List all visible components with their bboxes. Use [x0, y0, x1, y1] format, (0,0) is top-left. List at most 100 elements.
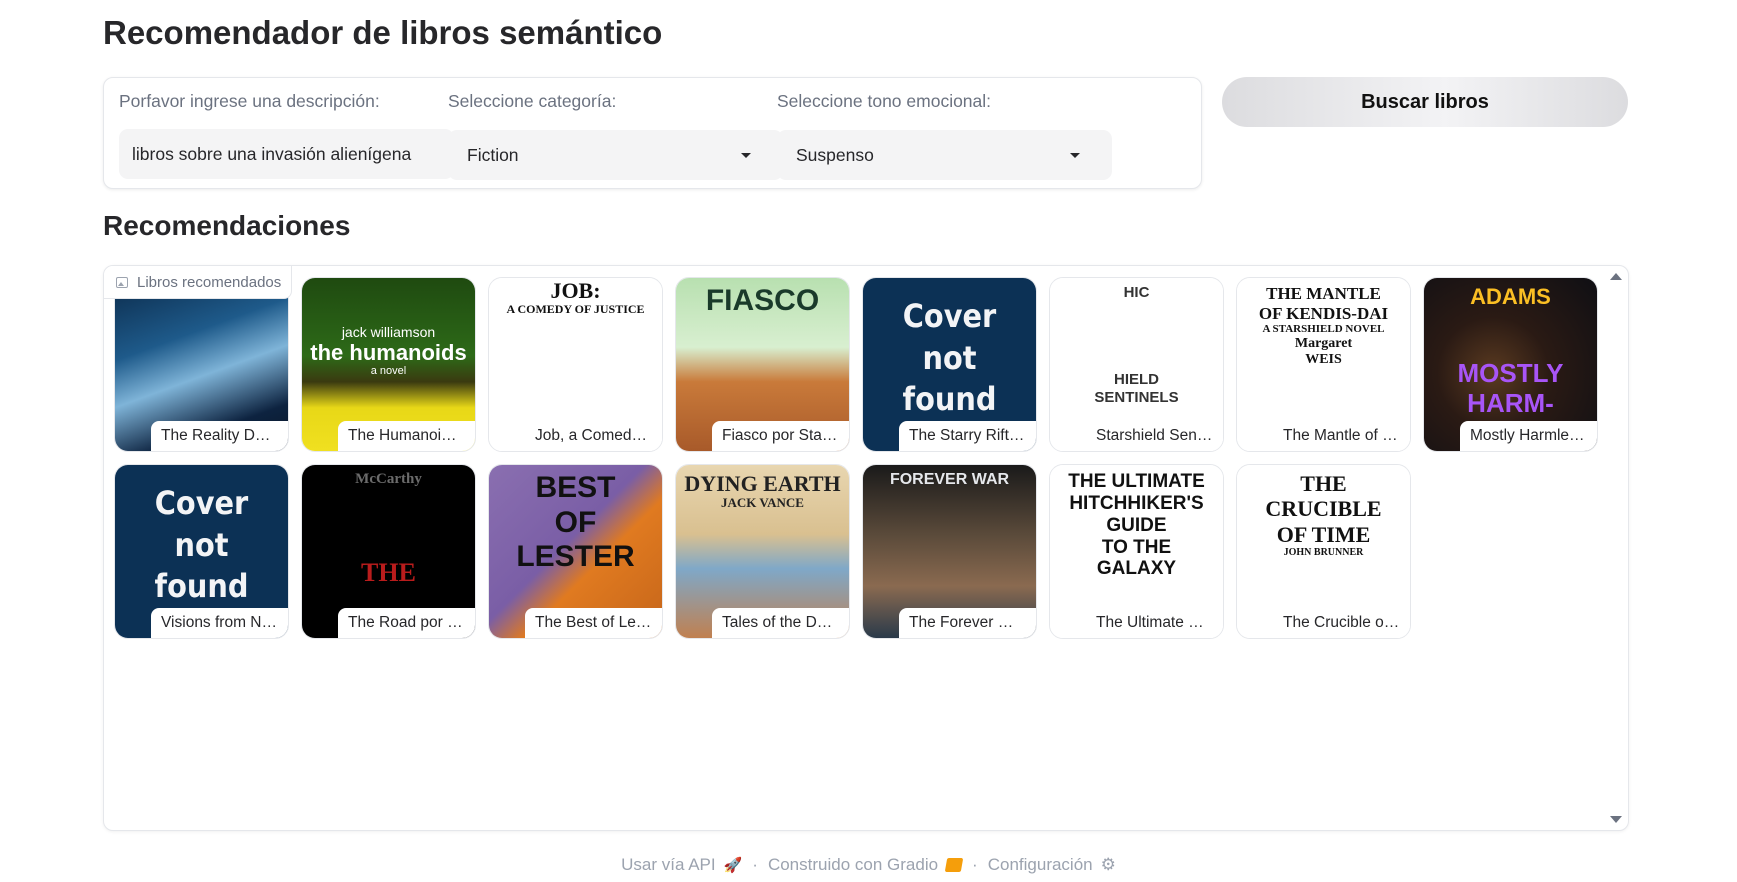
search-form-panel: Porfavor ingrese una descripción: libros…: [103, 77, 1202, 189]
cover-text: JOB:: [550, 278, 601, 303]
cover-text: A STARSHIELD NOVEL: [1262, 323, 1385, 336]
chevron-down-icon: [1070, 152, 1080, 158]
footer: Usar vía API 🚀 · Construido con Gradio ·…: [0, 855, 1737, 875]
cover-text: found: [902, 380, 997, 419]
rocket-icon: 🚀: [723, 857, 743, 874]
book-caption: Fiasco por Sta…: [712, 421, 849, 451]
category-label: Seleccione categoría:: [448, 91, 617, 111]
cover-text: Cover: [154, 484, 249, 522]
description-value: libros sobre una invasión alienígena: [132, 143, 412, 164]
cover-text: SENTINELS: [1094, 388, 1179, 406]
description-field: Porfavor ingrese una descripción: libros…: [119, 91, 454, 179]
cover-text: LESTER: [516, 540, 635, 573]
cover-text: FIASCO: [705, 284, 820, 317]
book-caption: The Reality Dy…: [151, 421, 288, 451]
book-thumbnail[interactable]: THE CRUCIBLE OF TIME JOHN BRUNNER The Crucib…: [1236, 464, 1411, 639]
scroll-up-arrow[interactable]: [1610, 273, 1622, 280]
cover-text: GUIDE: [1106, 514, 1167, 536]
cover-text: HITCHHIKER'S: [1069, 492, 1204, 514]
cover-text: found: [154, 567, 249, 606]
book-caption: Mostly Harmle…: [1460, 421, 1597, 451]
book-grid: The Reality Dy… jack williamson the humano…: [114, 277, 1598, 639]
gallery-label-text: Libros recomendados: [137, 273, 282, 291]
book-thumbnail[interactable]: JOB: A COMEDY OF JUSTICE Job, a Comedy…: [488, 277, 663, 452]
recommended-books-gallery: Libros recomendados The Reality Dy… jack …: [103, 265, 1629, 831]
scroll-down-arrow[interactable]: [1610, 816, 1622, 823]
book-thumbnail[interactable]: jack williamson the humanoids a novel The H…: [301, 277, 476, 452]
book-caption: Visions from N…: [151, 608, 288, 638]
book-caption: The Best of Le…: [525, 608, 662, 638]
cover-text: MOSTLY: [1457, 358, 1564, 389]
book-thumbnail[interactable]: ADAMS MOSTLY HARM- Mostly Harmle…: [1423, 277, 1598, 452]
footer-separator: ·: [972, 855, 978, 874]
book-thumbnail[interactable]: THE ULTIMATE HITCHHIKER'S GUIDE TO THE GALAX…: [1049, 464, 1224, 639]
gallery-label: Libros recomendados: [104, 266, 293, 299]
tone-label: Seleccione tono emocional:: [777, 91, 992, 111]
book-caption: Starshield Sent…: [1086, 421, 1223, 451]
cover-text: HARM-: [1467, 388, 1554, 419]
cover-text: Margaret: [1294, 335, 1353, 351]
cover-text: THE MANTLE: [1266, 284, 1381, 303]
tone-field: Seleccione tono emocional: Suspenso: [777, 91, 1112, 180]
book-caption: The Mantle of …: [1273, 421, 1410, 451]
book-caption: Job, a Comedy…: [525, 421, 662, 451]
tone-dropdown[interactable]: Suspenso: [777, 130, 1112, 180]
book-thumbnail[interactable]: THE MANTLE OF KENDIS-DAI A STARSHIELD NOVE…: [1236, 277, 1411, 452]
cover-text: McCarthy: [355, 471, 422, 487]
search-books-button[interactable]: Buscar libros: [1222, 77, 1628, 127]
cover-text: WEIS: [1305, 351, 1342, 367]
cover-text: the humanoids: [310, 340, 467, 366]
use-api-label: Usar vía API: [621, 855, 716, 874]
description-input[interactable]: libros sobre una invasión alienígena: [119, 129, 454, 179]
book-thumbnail[interactable]: McCarthy THE The Road por …: [301, 464, 476, 639]
use-api-link[interactable]: Usar vía API 🚀: [621, 855, 742, 875]
cover-text: DYING EARTH: [684, 471, 841, 496]
category-value: Fiction: [467, 144, 519, 165]
built-with-gradio-link[interactable]: Construido con Gradio: [767, 855, 964, 875]
book-thumbnail[interactable]: The Reality Dy…: [114, 277, 289, 452]
recommendations-title: Recomendaciones: [103, 210, 351, 241]
settings-label: Configuración: [987, 855, 1093, 874]
cover-text: CRUCIBLE: [1265, 496, 1382, 522]
cover-text: BEST: [535, 471, 616, 504]
book-thumbnail[interactable]: DYING EARTH JACK VANCE Tales of the Dyi…: [675, 464, 850, 639]
footer-separator: ·: [752, 855, 758, 874]
book-thumbnail[interactable]: FIASCO Fiasco por Sta…: [675, 277, 850, 452]
book-caption: Tales of the Dyi…: [712, 608, 849, 638]
book-caption: The Forever W…: [899, 608, 1036, 638]
cover-text: not: [922, 338, 977, 377]
cover-text: Cover: [902, 297, 997, 335]
settings-link[interactable]: Configuración ⚙: [988, 855, 1116, 875]
book-caption: The Crucible of…: [1273, 608, 1410, 638]
book-thumbnail[interactable]: Cover not found The Starry Rift …: [862, 277, 1037, 452]
cover-text: THE: [1300, 471, 1347, 496]
book-caption: The Starry Rift …: [899, 421, 1036, 451]
cover-text: THE ULTIMATE: [1068, 471, 1205, 492]
book-thumbnail[interactable]: HIC HIELD SENTINELS Starshield Sent…: [1049, 277, 1224, 452]
book-thumbnail[interactable]: Cover not found Visions from N…: [114, 464, 289, 639]
category-field: Seleccione categoría: Fiction: [448, 91, 783, 180]
cover-text: not: [174, 525, 229, 564]
cover-text: A COMEDY OF JUSTICE: [506, 302, 645, 317]
cover-text: a novel: [370, 365, 407, 378]
cover-text: THE: [361, 558, 416, 588]
cover-text: HIELD: [1114, 371, 1159, 389]
cover-text: OF KENDIS-DAI: [1258, 303, 1389, 323]
gear-icon: ⚙: [1100, 855, 1116, 874]
built-with-label: Construido con Gradio: [767, 855, 939, 874]
cover-text: FOREVER WAR: [889, 471, 1010, 488]
cover-text: jack williamson: [341, 324, 436, 340]
gradio-logo-icon: [944, 858, 964, 872]
book-caption: The Ultimate H…: [1086, 608, 1223, 638]
page-title: Recomendador de libros semántico: [103, 14, 663, 51]
image-icon: [116, 276, 128, 288]
cover-text: TO THE: [1101, 536, 1172, 558]
chevron-down-icon: [741, 152, 751, 158]
cover-text: OF TIME: [1276, 521, 1371, 547]
book-thumbnail[interactable]: FOREVER WAR The Forever W…: [862, 464, 1037, 639]
book-caption: The Road por …: [338, 608, 475, 638]
cover-text: JACK VANCE: [721, 495, 804, 511]
category-dropdown[interactable]: Fiction: [448, 130, 783, 180]
book-thumbnail[interactable]: BEST OF LESTER The Best of Le…: [488, 464, 663, 639]
cover-text: GALAXY: [1096, 558, 1177, 580]
